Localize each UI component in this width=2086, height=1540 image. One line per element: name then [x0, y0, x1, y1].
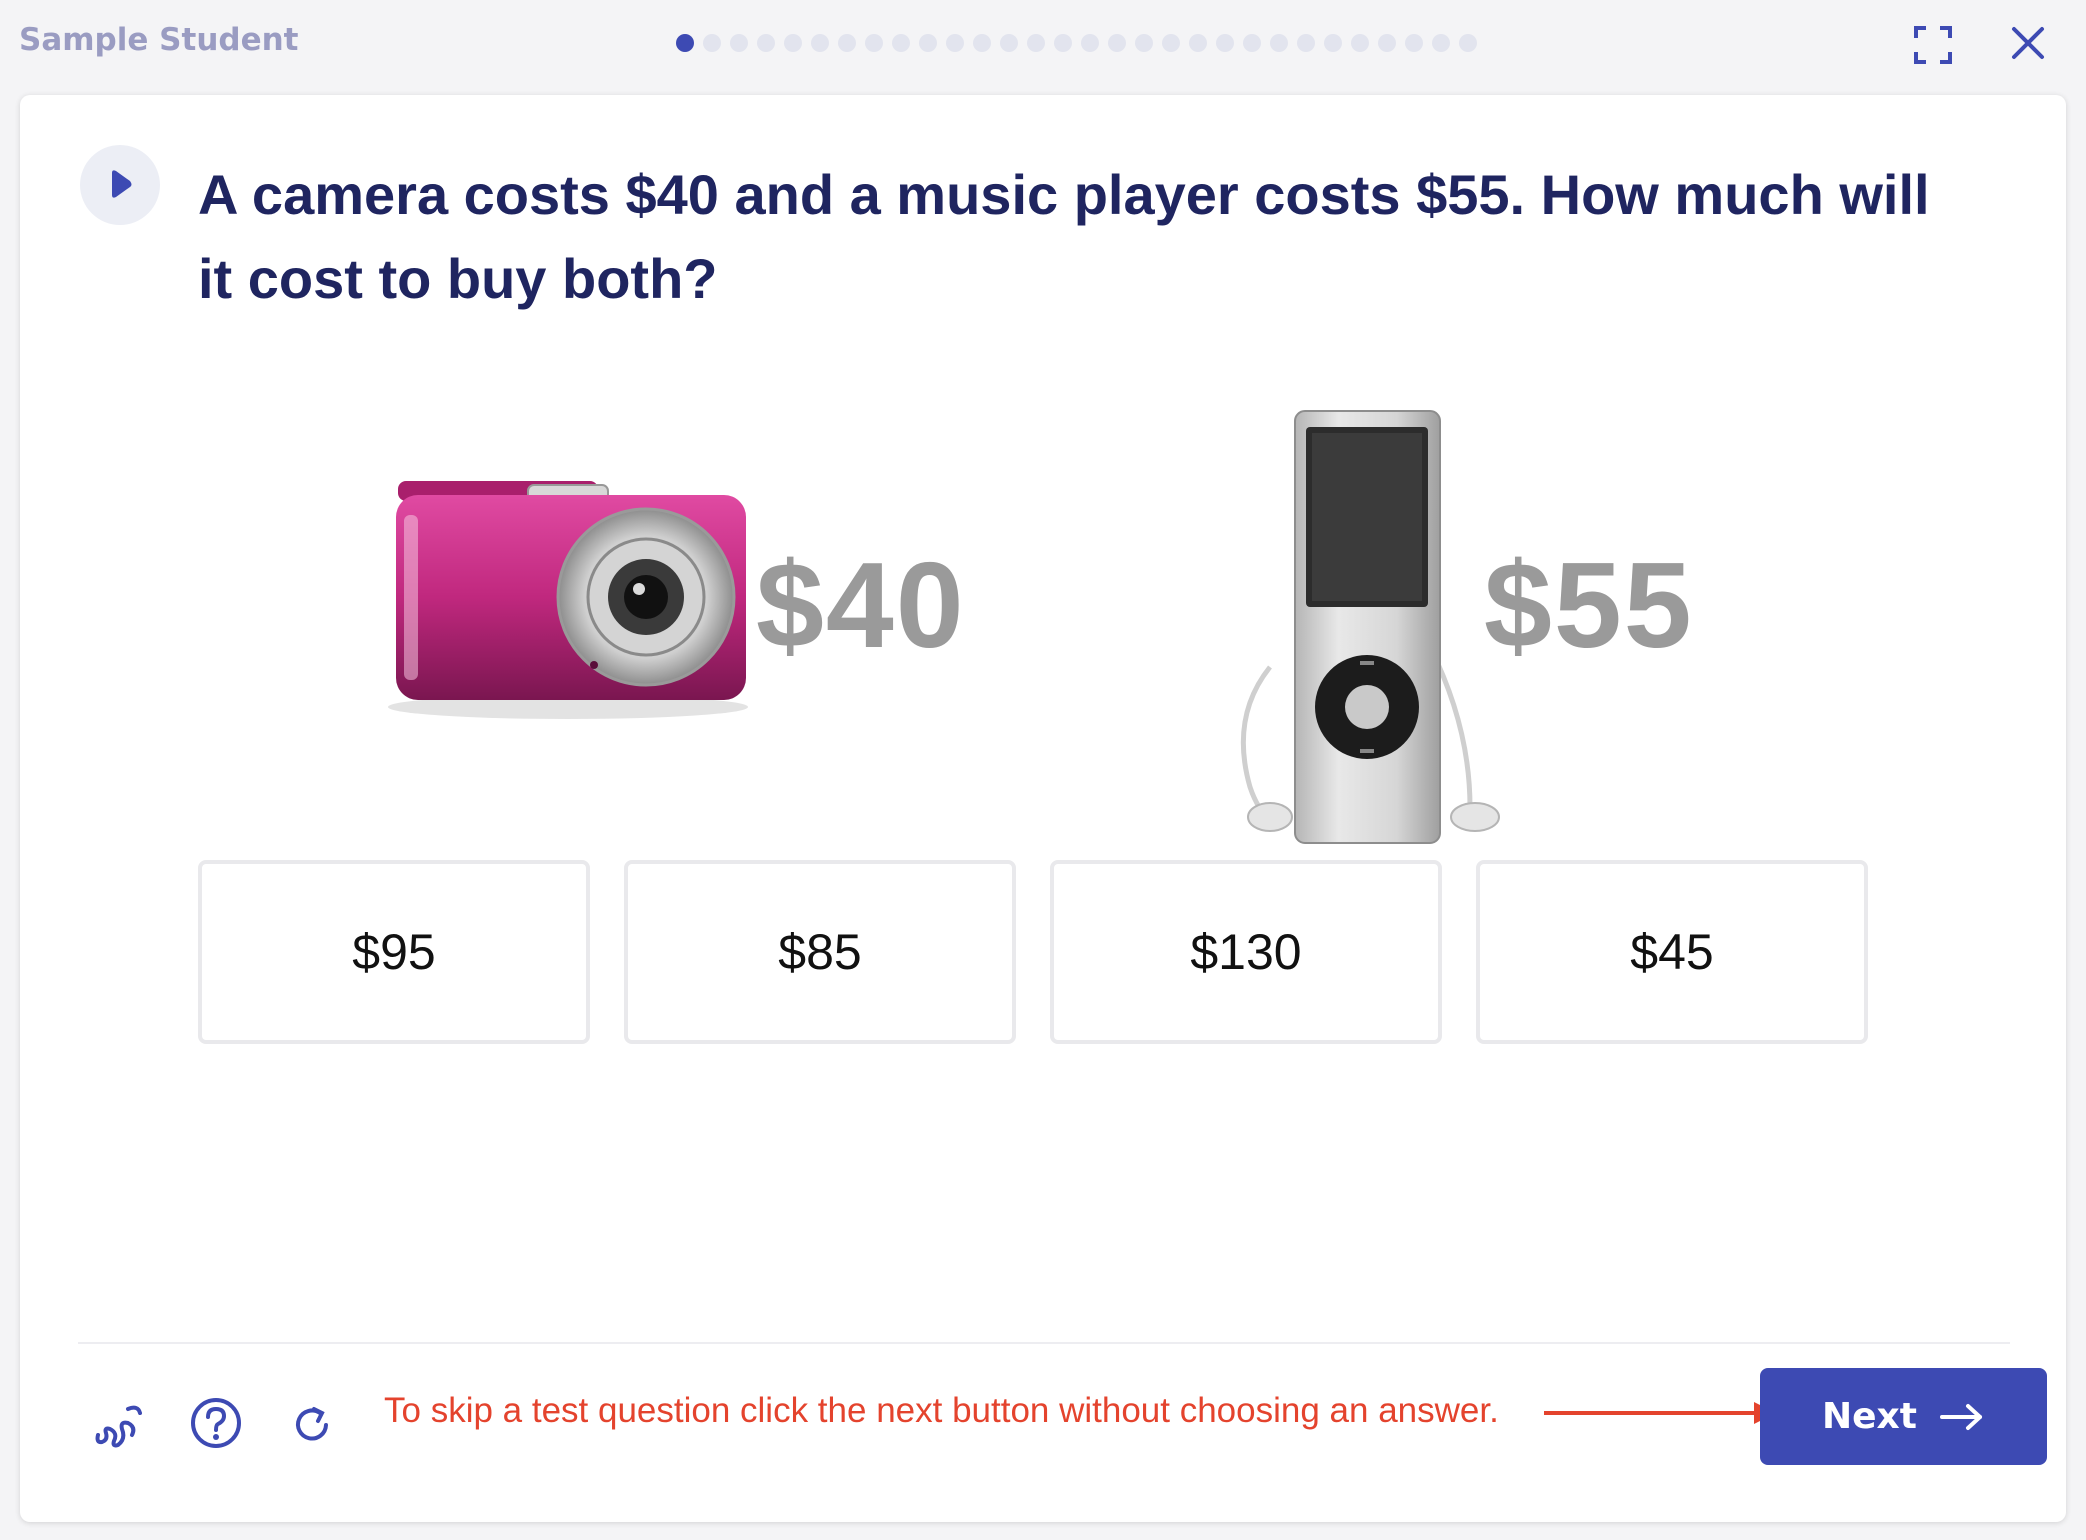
answer-choices: $95 $85 $130 $45 [198, 860, 1868, 1044]
progress-dot [1135, 34, 1153, 52]
progress-dots [676, 34, 1477, 52]
progress-dot [1054, 34, 1072, 52]
answer-choice-1[interactable]: $95 [198, 860, 590, 1044]
progress-dot [892, 34, 910, 52]
progress-dot [1459, 34, 1477, 52]
answer-choice-2[interactable]: $85 [624, 860, 1016, 1044]
camera-price: $40 [756, 537, 966, 673]
scribble-icon [95, 1405, 142, 1448]
progress-dot-current [676, 34, 694, 52]
progress-dot [1027, 34, 1045, 52]
progress-dot [757, 34, 775, 52]
next-button[interactable]: Next [1760, 1368, 2047, 1465]
play-audio-button[interactable] [80, 145, 160, 225]
reload-icon [296, 1407, 328, 1441]
close-button[interactable] [2000, 20, 2056, 70]
skip-instruction: To skip a test question click the next b… [384, 1391, 1499, 1430]
answer-choice-3[interactable]: $130 [1050, 860, 1442, 1044]
progress-dot [1108, 34, 1126, 52]
progress-dot [1432, 34, 1450, 52]
close-icon [2012, 27, 2044, 59]
reload-button[interactable] [284, 1395, 340, 1451]
progress-dot [730, 34, 748, 52]
top-bar: Sample Student [0, 0, 2086, 90]
progress-dot [1081, 34, 1099, 52]
scribble-tool-button[interactable] [92, 1395, 148, 1451]
progress-dot [1270, 34, 1288, 52]
progress-dot [1378, 34, 1396, 52]
progress-dot [919, 34, 937, 52]
progress-dot [1351, 34, 1369, 52]
fullscreen-button[interactable] [1908, 20, 1958, 70]
next-button-label: Next [1822, 1396, 1917, 1437]
play-icon [112, 170, 132, 198]
music-player-image [1220, 407, 1510, 857]
student-name: Sample Student [19, 22, 299, 58]
question-text: A camera costs $40 and a music player co… [198, 163, 1930, 310]
answer-choice-4[interactable]: $45 [1476, 860, 1868, 1044]
progress-dot [838, 34, 856, 52]
progress-dot [1297, 34, 1315, 52]
footer-divider [78, 1342, 2010, 1344]
question-card: A camera costs $40 and a music player co… [20, 95, 2066, 1522]
progress-dot [1162, 34, 1180, 52]
progress-dot [1324, 34, 1342, 52]
arrow-right-icon [1939, 1403, 1982, 1430]
progress-dot [1216, 34, 1234, 52]
progress-dot [1243, 34, 1261, 52]
progress-dot [784, 34, 802, 52]
progress-dot [1189, 34, 1207, 52]
arrow-icon [1544, 1402, 1776, 1424]
progress-dot [1000, 34, 1018, 52]
progress-dot [703, 34, 721, 52]
music-player-price: $55 [1484, 537, 1694, 673]
progress-dot [973, 34, 991, 52]
progress-dot [811, 34, 829, 52]
progress-dot [1405, 34, 1423, 52]
progress-dot [946, 34, 964, 52]
help-icon [191, 1398, 241, 1448]
progress-dot [865, 34, 883, 52]
help-button[interactable] [188, 1395, 244, 1451]
fullscreen-icon [1914, 26, 1952, 64]
camera-image [368, 475, 768, 725]
